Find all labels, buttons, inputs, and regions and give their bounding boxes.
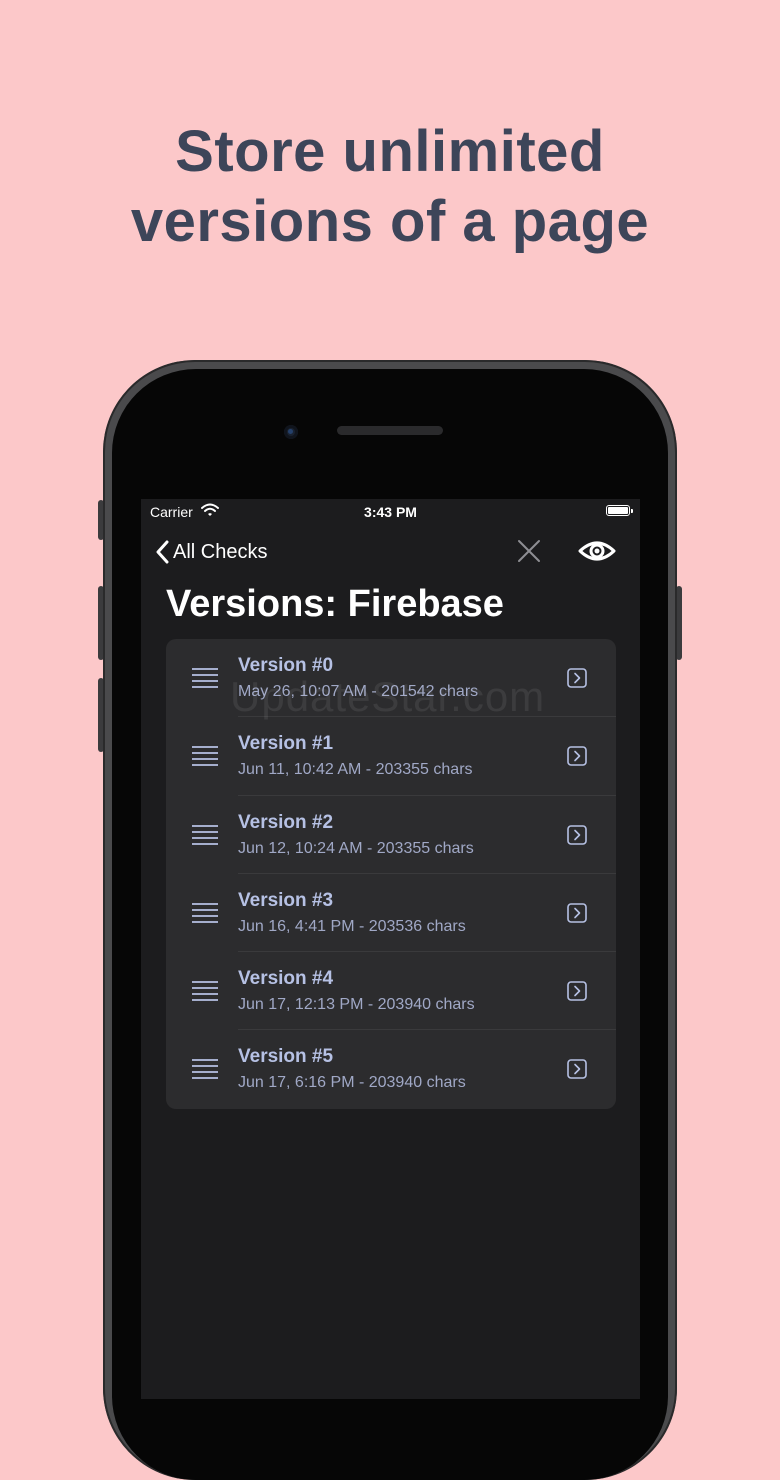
lines-icon <box>192 1059 218 1080</box>
version-title: Version #3 <box>238 889 334 911</box>
version-details: May 26, 10:07 AM - 201542 chars <box>238 683 479 700</box>
page-title: Versions: Firebase <box>166 583 504 625</box>
version-title: Version #4 <box>238 968 334 990</box>
list-item[interactable]: Version #5 Jun 17, 6:16 PM - 203940 char… <box>166 1030 616 1108</box>
earpiece-speaker <box>337 426 443 435</box>
version-details: Jun 12, 10:24 AM - 203355 chars <box>238 839 474 857</box>
status-bar: Carrier 3:43 PM <box>141 499 640 525</box>
chevron-right-square-icon <box>567 1059 587 1080</box>
front-camera <box>284 425 298 439</box>
chevron-left-icon <box>156 540 169 564</box>
back-button-label: All Checks <box>173 540 268 563</box>
lines-icon <box>192 746 218 767</box>
chevron-right-square-icon <box>567 903 587 923</box>
eye-icon[interactable] <box>577 535 617 567</box>
version-title: Version #2 <box>238 811 334 833</box>
headline-line-1: Store unlimited <box>175 118 605 184</box>
list-item[interactable]: Version #3 Jun 16, 4:41 PM - 203536 char… <box>166 874 616 953</box>
lines-icon <box>192 902 218 923</box>
app-screen: Carrier 3:43 PM All Checks Versions: Fir… <box>141 499 640 1399</box>
version-title: Version #0 <box>238 655 334 676</box>
lines-icon <box>192 824 218 845</box>
versions-list: Version #0 May 26, 10:07 AM - 201542 cha… <box>166 639 616 1109</box>
version-details: Jun 17, 12:13 PM - 203940 chars <box>238 996 475 1014</box>
list-item[interactable]: Version #0 May 26, 10:07 AM - 201542 cha… <box>166 639 616 718</box>
list-item[interactable]: Version #4 Jun 17, 12:13 PM - 203940 cha… <box>166 952 616 1031</box>
version-details: Jun 11, 10:42 AM - 203355 chars <box>238 761 473 779</box>
lines-icon <box>192 981 218 1002</box>
chevron-right-square-icon <box>567 824 587 845</box>
version-details: Jun 17, 6:16 PM - 203940 chars <box>238 1074 466 1092</box>
version-title: Version #1 <box>238 733 334 755</box>
status-time: 3:43 PM <box>364 504 417 520</box>
lines-icon <box>192 668 218 688</box>
version-title: Version #5 <box>238 1046 334 1068</box>
list-item[interactable]: Version #2 Jun 12, 10:24 AM - 203355 cha… <box>166 796 616 874</box>
version-details: Jun 16, 4:41 PM - 203536 chars <box>238 917 466 935</box>
navigation-bar: All Checks <box>141 529 640 573</box>
chevron-right-square-icon <box>567 746 587 767</box>
chevron-right-square-icon <box>567 668 587 688</box>
battery-icon <box>606 505 633 516</box>
back-button[interactable]: All Checks <box>155 537 267 567</box>
headline: Store unlimited versions of a page <box>0 117 780 257</box>
headline-line-2: versions of a page <box>130 188 650 254</box>
close-icon[interactable] <box>515 537 543 565</box>
list-item[interactable]: Version #1 Jun 11, 10:42 AM - 203355 cha… <box>166 717 616 796</box>
chevron-right-square-icon <box>567 981 587 1001</box>
